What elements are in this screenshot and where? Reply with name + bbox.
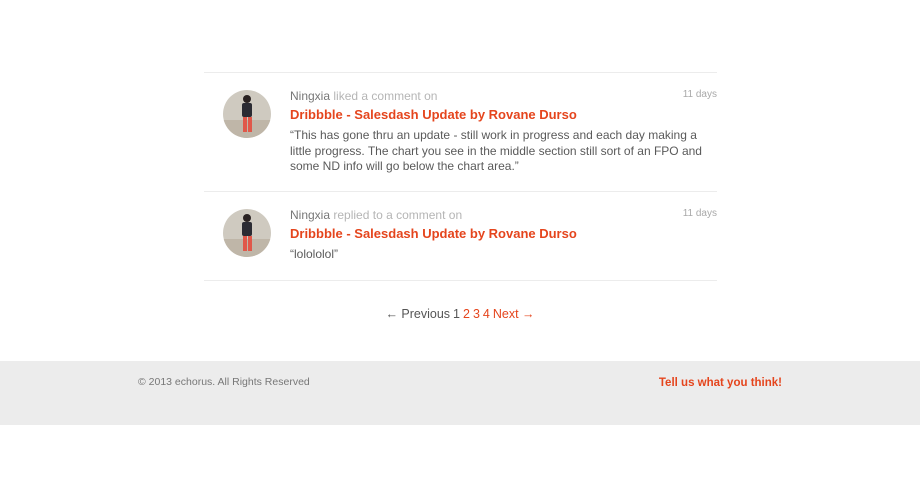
user-name[interactable]: Ningxia xyxy=(290,89,330,103)
activity-item: Ningxia liked a comment on 11 days Dribb… xyxy=(204,73,717,192)
activity-meta: Ningxia liked a comment on xyxy=(290,89,437,103)
page-current: 1 xyxy=(453,307,460,321)
activity-time: 11 days xyxy=(682,208,717,219)
activity-item: Ningxia replied to a comment on 11 days … xyxy=(204,192,717,281)
comment-quote: “lolololol” xyxy=(290,247,339,261)
activity-link[interactable]: Dribbble - Salesdash Update by Rovane Du… xyxy=(290,107,577,123)
page-link-3[interactable]: 3 xyxy=(473,307,480,321)
feedback-link[interactable]: Tell us what you think! xyxy=(659,376,782,390)
activity-time: 11 days xyxy=(682,89,717,100)
avatar[interactable] xyxy=(223,209,271,257)
activity-verb: liked a comment on xyxy=(333,89,438,103)
activity-feed: Ningxia liked a comment on 11 days Dribb… xyxy=(204,72,717,281)
avatar-photo xyxy=(223,90,271,138)
copyright: © 2013 echorus. All Rights Reserved xyxy=(138,376,310,388)
avatar[interactable] xyxy=(223,90,271,138)
footer: © 2013 echorus. All Rights Reserved Tell… xyxy=(0,361,920,425)
activity-meta: Ningxia replied to a comment on xyxy=(290,208,462,222)
page-link-4[interactable]: 4 xyxy=(483,307,490,321)
previous-link[interactable]: ← Previous xyxy=(385,307,450,321)
activity-verb: replied to a comment on xyxy=(333,208,463,222)
next-link[interactable]: Next → xyxy=(493,307,535,321)
avatar-photo xyxy=(223,209,271,257)
activity-link[interactable]: Dribbble - Salesdash Update by Rovane Du… xyxy=(290,226,577,242)
user-name[interactable]: Ningxia xyxy=(290,208,330,222)
pagination: ← Previous 1 2 3 4 Next → xyxy=(0,306,920,322)
comment-quote: “This has gone thru an update - still wo… xyxy=(290,128,702,173)
page-link-2[interactable]: 2 xyxy=(463,307,470,321)
